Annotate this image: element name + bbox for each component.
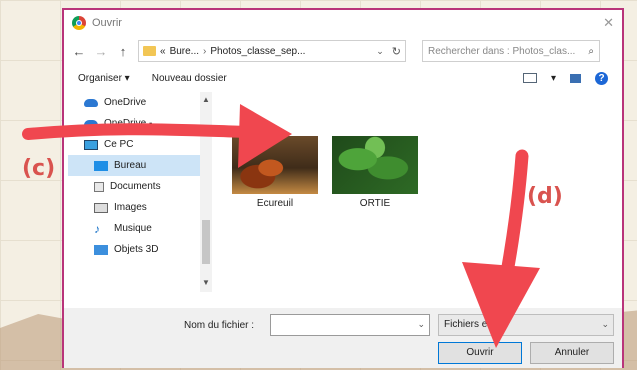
objects-3d-icon [94,244,108,255]
breadcrumb-bureau[interactable]: Bure... [170,46,199,57]
sidebar-item-label: Objets 3D [114,244,159,255]
scroll-down-icon[interactable]: ▼ [202,278,210,287]
scrollbar-thumb[interactable] [202,220,210,264]
organise-menu-button[interactable]: Organiser ▾ [78,73,130,84]
navigation-scrollbar[interactable]: ▲ ▼ [200,92,212,292]
sidebar-item-objets-3d[interactable]: Objets 3D [68,239,208,260]
dialog-footer: Nom du fichier : ⌄ Fichiers e ⌄ Ouvrir A… [64,308,622,368]
chevron-down-icon[interactable]: ⌄ [601,319,609,330]
address-prefix: « [160,45,166,57]
breadcrumb-photos-folder[interactable]: Photos_classe_sep... [210,46,305,57]
sidebar-item-label: OneDrive - [104,118,153,129]
filename-input[interactable]: ⌄ [270,314,430,336]
sidebar-item-label: Images [114,202,147,213]
new-folder-button[interactable]: Nouveau dossier [152,73,227,84]
images-icon [94,202,108,213]
up-arrow-icon[interactable]: ↑ [116,44,130,59]
music-icon: ♪ [94,221,100,236]
sidebar-item-bureau[interactable]: Bureau [68,155,208,176]
nettle-photo-thumbnail [332,136,418,194]
close-icon[interactable]: ✕ [603,15,614,31]
file-name: Ecureuil [256,198,294,209]
navigation-bar: ← → ↑ « Bure... › Photos_classe_sep... ⌄… [64,36,622,66]
sidebar-item-label: Musique [114,223,152,234]
search-placeholder: Rechercher dans : Photos_clas... [428,45,576,57]
sidebar-item-documents[interactable]: Documents [68,176,208,197]
annotation-label-d: (d) [527,184,563,209]
squirrel-photo-thumbnail [232,136,318,194]
sidebar-item-label: Documents [110,181,161,192]
sidebar-item-label: Bureau [114,160,147,171]
search-icon: ⌕ [588,45,594,57]
filename-label: Nom du fichier : [184,320,255,331]
desktop-icon [94,160,108,171]
search-input[interactable]: Rechercher dans : Photos_clas... ⌕ [422,40,600,62]
refresh-icon[interactable]: ↻ [392,45,401,58]
help-icon[interactable]: ? [595,71,608,85]
cloud-icon [84,98,98,107]
chevron-down-icon[interactable]: ⌄ [417,319,425,330]
open-button[interactable]: Ouvrir [438,342,522,364]
sidebar-item-ce-pc[interactable]: Ce PC [68,134,208,155]
computer-icon [84,139,98,150]
cancel-button[interactable]: Annuler [530,342,614,364]
scroll-up-icon[interactable]: ▲ [202,95,210,104]
navigation-pane: OneDrive OneDrive - Ce PC Bureau Documen… [68,92,212,292]
view-options-icon[interactable] [522,73,537,83]
file-name: ORTIE [359,198,391,209]
back-arrow-icon[interactable]: ← [72,44,86,59]
cloud-icon [84,119,98,128]
sidebar-item-label: OneDrive [104,97,147,108]
sidebar-item-musique[interactable]: ♪ Musique [68,218,208,239]
chevron-down-icon[interactable]: ⌄ [376,46,384,57]
annotation-label-c: (c) [22,156,56,181]
address-bar[interactable]: « Bure... › Photos_classe_sep... ⌄ ↻ [138,40,406,62]
file-type-select[interactable]: Fichiers e ⌄ [438,314,614,336]
view-dropdown-icon[interactable]: ▾ [551,73,556,84]
folder-icon [143,46,156,56]
dialog-title: Ouvrir [92,17,122,29]
document-icon [94,181,104,192]
sidebar-item-label: Ce PC [104,139,134,150]
chrome-icon [72,16,86,30]
sidebar-item-images[interactable]: Images [68,197,208,218]
sidebar-item-onedrive-business[interactable]: OneDrive - [68,113,208,134]
forward-arrow-icon[interactable]: → [94,44,108,59]
breadcrumb-separator: › [203,45,207,57]
title-bar: Ouvrir ✕ [64,10,622,36]
sidebar-item-onedrive[interactable]: OneDrive [68,92,208,113]
preview-pane-icon[interactable] [570,73,581,83]
command-toolbar: Organiser ▾ Nouveau dossier ▾ ? [64,66,622,90]
file-type-value: Fichiers e [444,319,488,330]
file-item-ecureuil[interactable]: Ecureuil [230,136,320,209]
file-item-ortie[interactable]: ORTIE [330,136,420,209]
